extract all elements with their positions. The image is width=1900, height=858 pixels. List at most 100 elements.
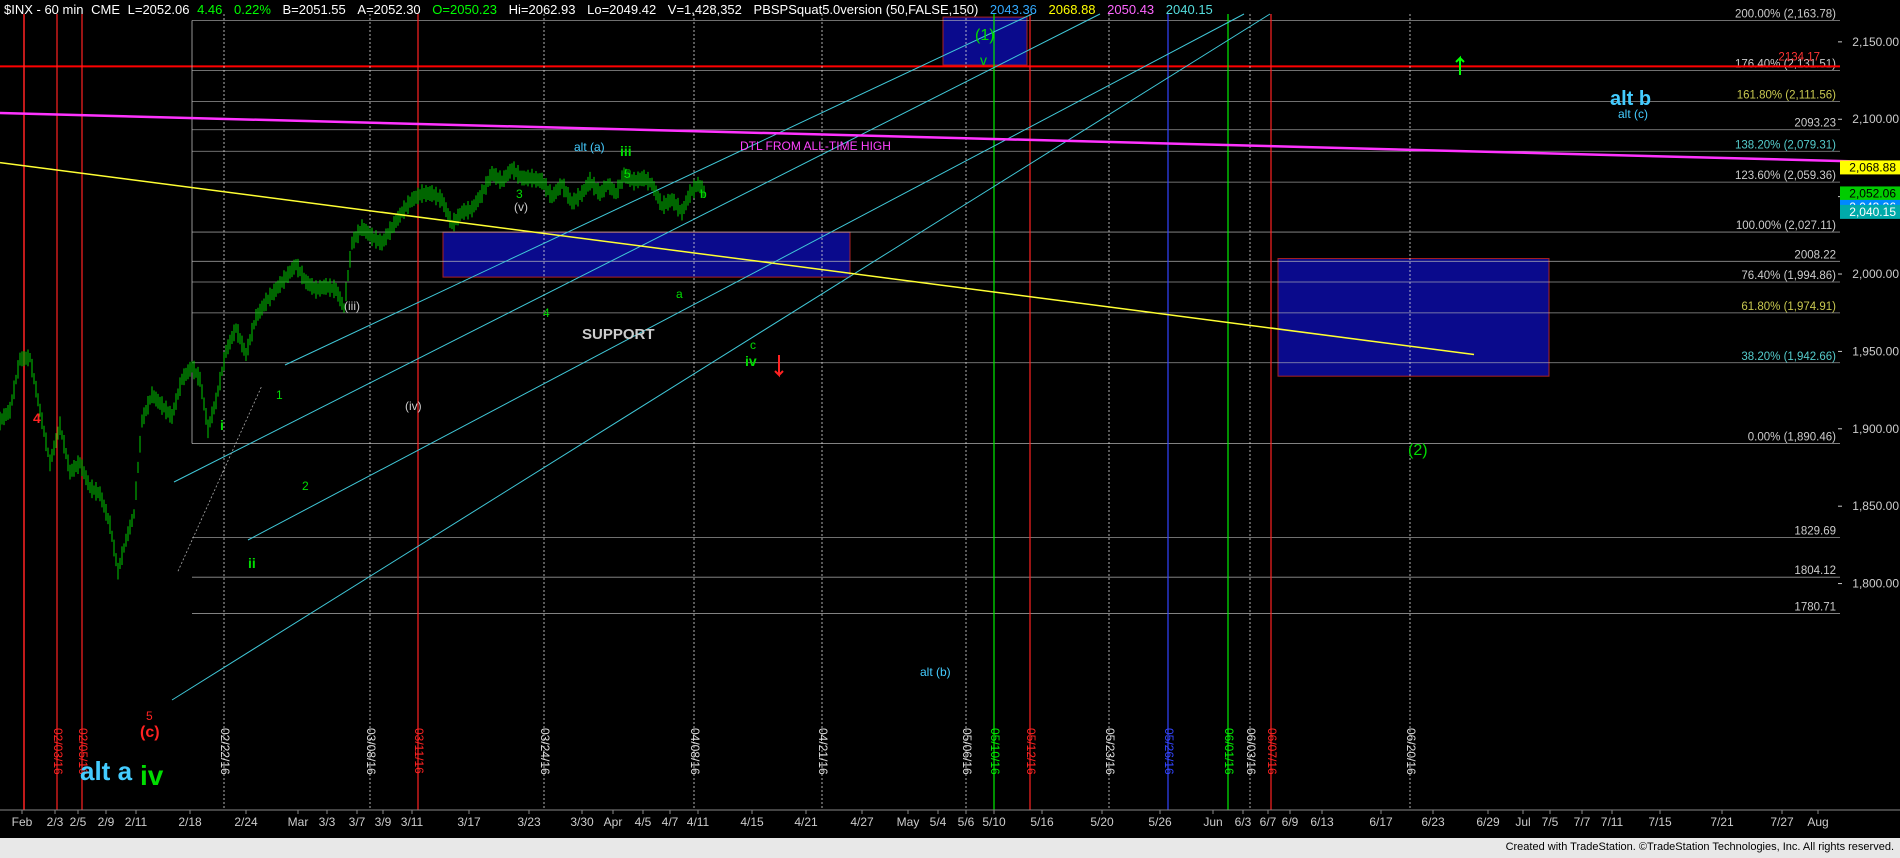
y-tick-label-6: 2,100.00: [1852, 112, 1899, 126]
x-tick-label-28: 5/26: [1148, 815, 1172, 829]
wave-5-label: 5: [624, 167, 631, 181]
price-tag-3: 2,040.15: [1849, 205, 1896, 219]
x-tick-label-34: 6/17: [1369, 815, 1393, 829]
x-tick-label-12: 3/17: [457, 815, 481, 829]
date-label-15: 06/07/16: [1265, 728, 1279, 775]
x-tick-label-15: Apr: [604, 815, 623, 829]
date-label-7: 04/21/16: [816, 728, 830, 775]
x-tick-label-10: 3/9: [375, 815, 392, 829]
x-tick-label-17: 4/7: [662, 815, 679, 829]
x-tick-label-27: 5/20: [1090, 815, 1114, 829]
wave-a-label: a: [676, 287, 683, 301]
date-label-12: 05/26/16: [1162, 728, 1176, 775]
x-tick-label-43: 7/27: [1770, 815, 1794, 829]
x-tick-label-13: 3/23: [517, 815, 541, 829]
header-bid: B=2051.55: [282, 2, 346, 17]
support-label: SUPPORT: [582, 326, 655, 343]
x-tick-label-41: 7/15: [1648, 815, 1672, 829]
alt-a-big-label: alt a: [80, 756, 133, 786]
x-tick-label-8: 3/3: [319, 815, 336, 829]
y-tick-label-7: 2,150.00: [1852, 35, 1899, 49]
wave-iii-label: iii: [620, 143, 632, 159]
chart-background: [0, 0, 1900, 858]
x-tick-label-37: Jul: [1515, 815, 1530, 829]
fib-label-9: 61.80% (1,974.91): [1741, 301, 1836, 313]
wave-iv-big-label: iv: [140, 760, 164, 791]
date-label-16: 06/20/16: [1404, 728, 1418, 775]
price-tag-1: 2,052.06: [1849, 186, 1896, 200]
date-label-6: 04/08/16: [688, 728, 702, 775]
x-tick-label-0: Feb: [12, 815, 33, 829]
x-tick-label-1: 2/3: [47, 815, 64, 829]
wave-3-label: 3: [516, 187, 523, 201]
fib-label-3: 2093.23: [1794, 118, 1836, 130]
fib-label-14: 1780.71: [1794, 601, 1836, 613]
x-tick-label-18: 4/11: [687, 815, 710, 829]
x-tick-label-33: 6/13: [1310, 815, 1334, 829]
fib-label-2: 161.80% (2,111.56): [1737, 89, 1836, 101]
date-label-5: 03/24/16: [538, 728, 552, 775]
fib-label-4: 138.20% (2,079.31): [1735, 139, 1836, 151]
date-label-0: 02/03/16: [51, 728, 65, 775]
header-ind-v4: 2040.15: [1165, 2, 1213, 17]
wave-v-label: v: [980, 52, 987, 68]
price-tag-0: 2,068.88: [1849, 160, 1896, 174]
dtl-label: DTL FROM ALL-TIME HIGH: [740, 139, 891, 153]
alt-c-label: alt (c): [1618, 107, 1648, 121]
fib-label-5: 123.60% (2,059.36): [1735, 170, 1836, 182]
wave-b-label: b: [700, 187, 707, 201]
y-tick-label-0: 1,800.00: [1852, 577, 1899, 591]
x-tick-label-21: 4/27: [850, 815, 874, 829]
header-change: 4.46: [197, 2, 223, 17]
date-label-8: 05/06/16: [960, 728, 974, 775]
x-tick-label-38: 7/5: [1542, 815, 1559, 829]
chart-header: $INX - 60 min CME L=2052.06 4.46 0.22% B…: [4, 2, 1213, 17]
date-label-4: 03/11/16: [412, 728, 426, 774]
fib-label-7: 2008.22: [1794, 249, 1836, 261]
header-open: O=2050.23: [432, 2, 497, 17]
header-volume: V=1,428,352: [667, 2, 742, 17]
header-exchange: CME: [91, 2, 120, 17]
price-chart[interactable]: 200.00% (2,163.78)176.40% (2,131.51)161.…: [0, 0, 1900, 858]
header-ind-v2: 2068.88: [1048, 2, 1096, 17]
x-tick-label-31: 6/7: [1260, 815, 1277, 829]
wave-v-paren-label: (v): [514, 200, 528, 214]
x-tick-label-30: 6/3: [1235, 815, 1252, 829]
fib-label-11: 0.00% (1,890.46): [1748, 432, 1836, 444]
wave-red-c-label: (c): [140, 724, 160, 741]
x-tick-label-4: 2/11: [125, 815, 148, 829]
date-label-2: 02/22/16: [218, 728, 232, 775]
date-label-14: 06/03/16: [1244, 728, 1258, 775]
wave-ii-label: ii: [248, 555, 256, 571]
target-box-2: [1277, 258, 1550, 377]
fib-label-13: 1804.12: [1794, 565, 1836, 577]
wave-red-4-label: 4: [33, 410, 41, 426]
x-tick-label-40: 7/11: [1601, 815, 1624, 829]
wave-iii-paren-label: (iii): [344, 299, 360, 313]
footer-credit: Created with TradeStation. ©TradeStation…: [1505, 841, 1894, 853]
alt-b-small-label: alt (b): [920, 665, 951, 679]
fib-label-0: 200.00% (2,163.78): [1735, 9, 1836, 21]
wave-1-small-label: 1: [276, 388, 283, 402]
wave-iv-paren-label: (iv): [405, 399, 422, 413]
x-tick-label-23: 5/4: [930, 815, 947, 829]
x-tick-label-42: 7/21: [1710, 815, 1734, 829]
header-change-pct: 0.22%: [234, 2, 271, 17]
x-tick-label-20: 4/21: [794, 815, 818, 829]
fib-label-10: 38.20% (1,942.66): [1741, 351, 1836, 363]
header-ask: A=2052.30: [357, 2, 421, 17]
date-label-9: 05/10/16: [988, 728, 1002, 775]
x-tick-label-11: 3/11: [401, 815, 424, 829]
x-tick-label-19: 4/15: [740, 815, 764, 829]
x-tick-label-2: 2/5: [70, 815, 87, 829]
x-tick-label-14: 3/30: [570, 815, 594, 829]
date-label-11: 05/23/16: [1103, 728, 1117, 775]
y-tick-label-4: 2,000.00: [1852, 267, 1899, 281]
fib-label-6: 100.00% (2,027.11): [1736, 220, 1836, 232]
x-tick-label-29: Jun: [1203, 815, 1222, 829]
header-ind-v3: 2050.43: [1107, 2, 1155, 17]
x-tick-label-35: 6/23: [1421, 815, 1445, 829]
wave-iv-label: iv: [745, 353, 757, 369]
fib-label-8: 76.40% (1,994.86): [1741, 270, 1836, 282]
x-tick-label-22: May: [897, 815, 920, 829]
